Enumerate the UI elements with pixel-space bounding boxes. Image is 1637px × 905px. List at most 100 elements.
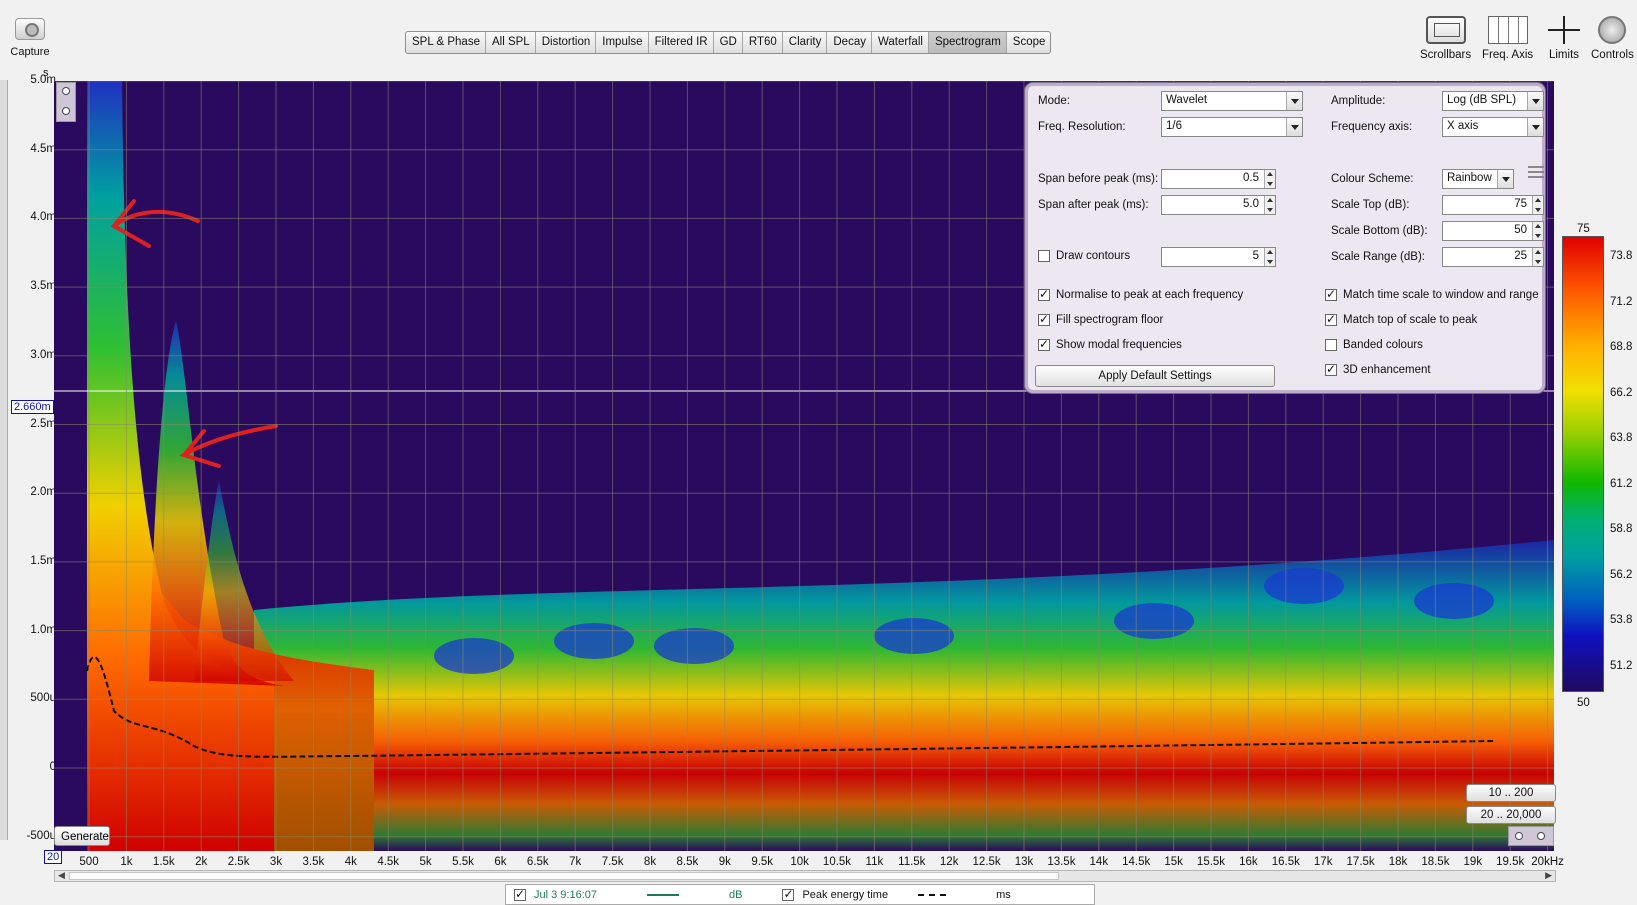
scale-range-input[interactable]: 25 — [1442, 247, 1544, 267]
x-tick-label: 1k — [120, 856, 133, 868]
y-zoom-control[interactable] — [56, 82, 76, 122]
normalise-checkbox[interactable]: Normalise to peak at each frequency — [1038, 287, 1244, 301]
generate-button[interactable]: Generate — [54, 826, 110, 846]
modal-blob — [554, 623, 634, 659]
zoom-out-icon[interactable] — [62, 107, 70, 115]
checkbox-box[interactable] — [1038, 337, 1050, 351]
scroll-left-icon[interactable]: ◀ — [58, 870, 65, 881]
freq-axis-icon — [1487, 16, 1528, 44]
modal-blob — [1264, 568, 1344, 604]
match-top-checkbox[interactable]: Match top of scale to peak — [1325, 312, 1477, 326]
scroll-thumb[interactable] — [69, 872, 1059, 880]
peak-energy-checkbox[interactable] — [782, 887, 795, 901]
tab-spl-phase[interactable]: SPL & Phase — [406, 32, 486, 53]
freq-resolution-select[interactable]: 1/6 — [1161, 117, 1303, 137]
spinner-icon[interactable] — [1532, 248, 1543, 266]
x-tick-label: 4.5k — [377, 856, 400, 868]
draw-contours-checkbox[interactable]: Draw contours — [1038, 250, 1130, 262]
show-modal-checkbox[interactable]: Show modal frequencies — [1038, 337, 1182, 351]
x-zoom-control[interactable] — [1508, 826, 1554, 846]
measurement-unit: dB — [729, 888, 743, 901]
mode-value: Wavelet — [1166, 94, 1208, 106]
color-scale-bottom: 50 — [1577, 697, 1590, 709]
checkbox-box[interactable] — [1325, 312, 1337, 326]
measurement-checkbox[interactable] — [514, 887, 526, 901]
range-button-low[interactable]: 10 .. 200 — [1466, 784, 1556, 802]
scale-top-label: Scale Top (dB): — [1331, 199, 1410, 211]
modal-blob — [654, 628, 734, 664]
range-button-full[interactable]: 20 .. 20,000 — [1466, 806, 1556, 824]
tab-spectrogram[interactable]: Spectrogram — [928, 32, 1007, 53]
span-before-input[interactable]: 0.5 — [1161, 169, 1276, 189]
limits-button[interactable]: Limits — [1544, 16, 1584, 61]
contours-input[interactable]: 5 — [1161, 247, 1276, 267]
amplitude-label: Amplitude: — [1331, 95, 1386, 107]
x-axis-start[interactable]: 20 — [44, 850, 63, 864]
y-tick-label: 500u — [30, 692, 56, 705]
x-tick-label: 11k — [865, 856, 884, 868]
checkbox-box[interactable] — [1325, 287, 1337, 301]
tab-decay[interactable]: Decay — [827, 32, 872, 53]
scale-bottom-input[interactable]: 50 — [1442, 221, 1544, 241]
scale-top-input[interactable]: 75 — [1442, 195, 1544, 215]
apply-default-settings-button[interactable]: Apply Default Settings — [1035, 365, 1275, 387]
span-after-input[interactable]: 5.0 — [1161, 195, 1276, 215]
tab-clarity[interactable]: Clarity — [783, 32, 828, 53]
checkbox-box[interactable] — [1325, 339, 1337, 351]
spinner-icon[interactable] — [1264, 248, 1275, 266]
tab-distortion[interactable]: Distortion — [536, 32, 597, 53]
x-tick-label: 12k — [939, 856, 959, 868]
tab-impulse[interactable]: Impulse — [596, 32, 649, 53]
x-tick-label: 2.5k — [227, 856, 250, 868]
freq-axis-button[interactable]: Freq. Axis — [1482, 16, 1533, 61]
x-tick-label: 17.5k — [1346, 856, 1375, 868]
colour-scheme-select[interactable]: Rainbow — [1442, 169, 1514, 189]
tab-filtered-ir[interactable]: Filtered IR — [649, 32, 714, 53]
spinner-icon[interactable] — [1264, 170, 1275, 188]
zoom-in-x-icon[interactable] — [1537, 832, 1545, 840]
x-tick-label: 12.5k — [972, 856, 1001, 868]
checkbox-box[interactable] — [1038, 250, 1050, 262]
zoom-in-icon[interactable] — [62, 87, 70, 95]
checkbox-box[interactable] — [1325, 362, 1337, 376]
controls-label: Controls — [1591, 49, 1634, 61]
tab-rt60[interactable]: RT60 — [743, 32, 783, 53]
frequency-axis-select[interactable]: X axis — [1442, 117, 1544, 137]
x-tick-label: 4k — [344, 856, 357, 868]
chevron-down-icon — [1286, 118, 1302, 136]
scroll-right-icon[interactable]: ▶ — [1545, 870, 1552, 881]
zoom-out-x-icon[interactable] — [1515, 832, 1523, 840]
tab-gd[interactable]: GD — [714, 32, 743, 53]
banded-colours-checkbox[interactable]: Banded colours — [1325, 339, 1423, 351]
x-tick-label: 11.5k — [898, 856, 926, 868]
capture-button[interactable]: Capture — [8, 18, 52, 58]
tab-scope[interactable]: Scope — [1007, 32, 1051, 53]
3d-enhancement-checkbox[interactable]: 3D enhancement — [1325, 362, 1431, 376]
x-tick-label: 15.5k — [1196, 856, 1226, 868]
span-before-value: 0.5 — [1243, 172, 1259, 184]
color-scale-tick: 56.2 — [1610, 568, 1633, 581]
amplitude-select[interactable]: Log (dB SPL) — [1442, 91, 1544, 111]
match-time-checkbox[interactable]: Match time scale to window and range — [1325, 287, 1539, 301]
x-tick-label: 1.5k — [152, 856, 175, 868]
x-tick-label: 9.5k — [751, 856, 774, 868]
scrollbars-button[interactable]: Scrollbars — [1420, 16, 1471, 61]
horizontal-scrollbar[interactable]: ◀ ▶ — [54, 870, 1556, 882]
y-tick-label: 1.5m — [30, 554, 56, 567]
checkbox-box[interactable] — [1038, 312, 1050, 326]
spinner-icon[interactable] — [1264, 196, 1275, 214]
spinner-icon[interactable] — [1532, 222, 1543, 240]
x-tick-label: 14k — [1089, 856, 1109, 868]
mode-select[interactable]: Wavelet — [1161, 91, 1303, 111]
checkbox-box[interactable] — [1038, 287, 1050, 301]
spinner-icon[interactable] — [1532, 196, 1543, 214]
fill-floor-checkbox[interactable]: Fill spectrogram floor — [1038, 312, 1163, 326]
normalise-label: Normalise to peak at each frequency — [1056, 289, 1244, 301]
controls-button[interactable]: Controls — [1591, 16, 1634, 61]
tab-waterfall[interactable]: Waterfall — [872, 32, 929, 53]
tab-all-spl[interactable]: All SPL — [486, 32, 536, 53]
scheme-settings-icon[interactable] — [1528, 166, 1544, 180]
scale-bottom-label: Scale Bottom (dB): — [1331, 225, 1428, 237]
measurement-name: Jul 3 9:16:07 — [534, 888, 597, 901]
vertical-scrollbar[interactable] — [0, 80, 8, 840]
